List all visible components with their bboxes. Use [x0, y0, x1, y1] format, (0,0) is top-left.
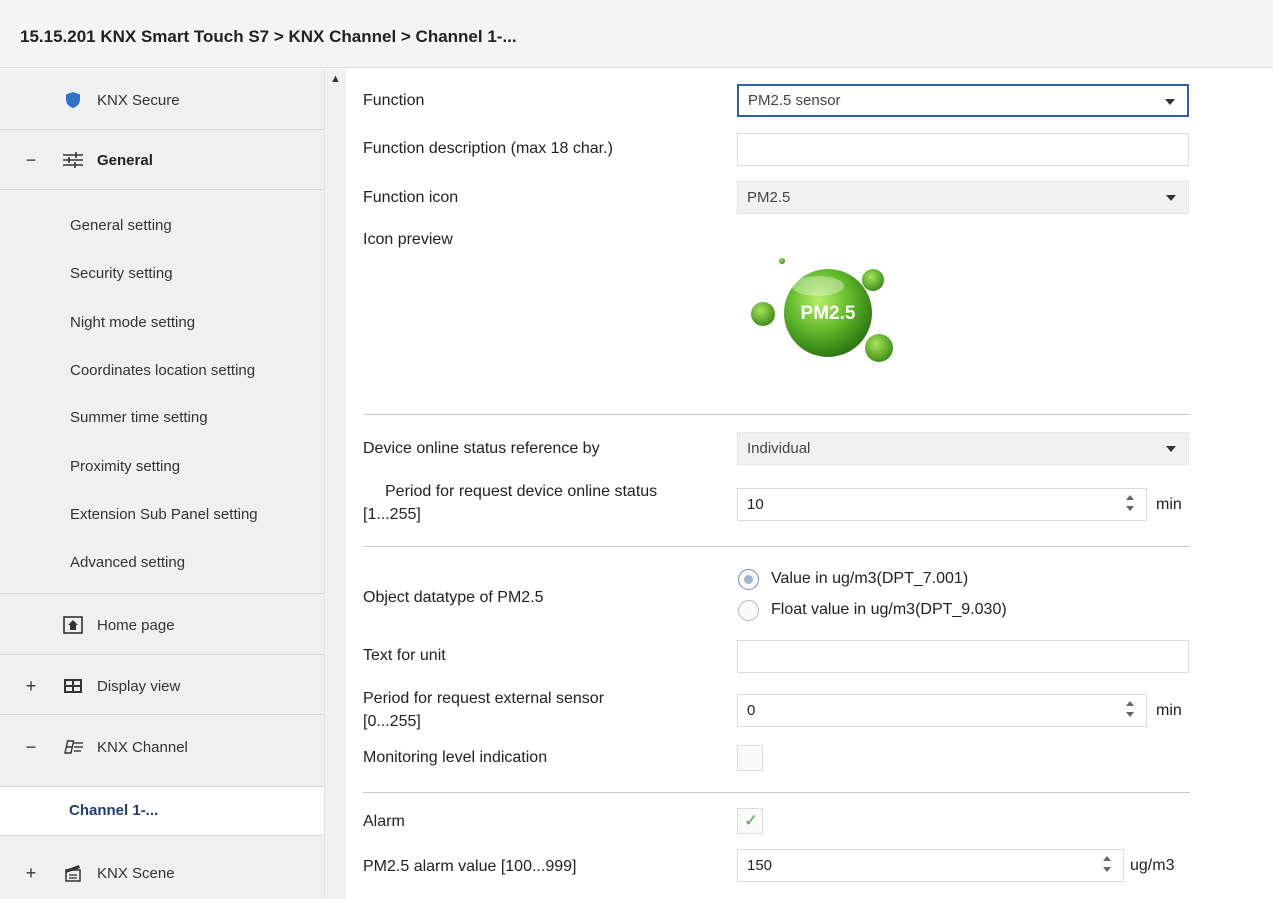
function-description-label: Function description (max 18 char.)	[363, 140, 613, 157]
external-period-value: 0	[747, 702, 756, 719]
text-for-unit-label: Text for unit	[363, 647, 446, 664]
sliders-icon	[62, 149, 84, 171]
external-period-range-label: [0...255]	[363, 713, 421, 730]
dropdown-arrow-icon	[1166, 195, 1176, 201]
sidebar-item-label: Display view	[97, 677, 181, 695]
sidebar-subitem-coordinates-location-setting[interactable]: Coordinates location setting	[70, 362, 255, 379]
radio-value-dpt7-label[interactable]: Value in ug/m3(DPT_7.001)	[771, 570, 968, 588]
function-icon-dropdown[interactable]: PM2.5	[737, 181, 1189, 214]
online-period-unit: min	[1156, 496, 1182, 513]
home-icon	[62, 614, 84, 636]
spinner-arrows-icon[interactable]	[1126, 495, 1136, 515]
grid-view-icon	[62, 675, 84, 697]
external-period-spinbox[interactable]: 0	[737, 694, 1147, 727]
radio-float-dpt9[interactable]	[738, 600, 759, 621]
dropdown-arrow-icon	[1166, 446, 1176, 452]
function-dropdown[interactable]: PM2.5 sensor	[737, 84, 1189, 117]
sidebar-subitem-general-setting[interactable]: General setting	[70, 217, 172, 234]
radio-value-dpt7[interactable]	[738, 569, 759, 590]
sidebar-subitem-summer-time-setting[interactable]: Summer time setting	[70, 409, 208, 426]
section-divider	[363, 792, 1190, 793]
function-label: Function	[363, 92, 425, 109]
divider	[0, 129, 324, 130]
pm25-bubble-icon: PM2.5	[740, 248, 900, 373]
divider	[0, 593, 324, 594]
divider	[0, 654, 324, 655]
channel-icon	[62, 736, 84, 758]
sidebar-subitem-night-mode-setting[interactable]: Night mode setting	[70, 314, 195, 331]
function-icon-value: PM2.5	[747, 189, 791, 206]
online-period-spinbox[interactable]: 10	[737, 488, 1147, 521]
sidebar-item-general[interactable]: − General	[0, 140, 324, 180]
sidebar-item-home-page[interactable]: Home page	[0, 605, 324, 645]
breadcrumb: 15.15.201 KNX Smart Touch S7 > KNX Chann…	[20, 27, 517, 46]
sidebar	[0, 69, 334, 899]
sidebar-item-label: Home page	[97, 616, 175, 634]
divider	[0, 714, 324, 715]
function-icon-label: Function icon	[363, 189, 459, 206]
expand-toggle[interactable]: +	[25, 863, 37, 884]
sidebar-item-knx-secure[interactable]: KNX Secure	[0, 80, 324, 120]
sidebar-item-knx-scene[interactable]: + KNX Scene	[0, 853, 324, 893]
alarm-value-unit: ug/m3	[1130, 857, 1175, 874]
online-period-label: Period for request device online status	[385, 483, 658, 500]
title-bar: 15.15.201 KNX Smart Touch S7 > KNX Chann…	[0, 0, 1273, 68]
online-status-ref-dropdown[interactable]: Individual	[737, 432, 1189, 465]
sidebar-subitem-extension-sub-panel-setting[interactable]: Extension Sub Panel setting	[70, 506, 258, 523]
pm25-icon-text: PM2.5	[801, 303, 856, 324]
icon-preview-label: Icon preview	[363, 231, 453, 248]
object-datatype-label: Object datatype of PM2.5	[363, 589, 544, 606]
monitoring-label: Monitoring level indication	[363, 749, 548, 766]
online-status-ref-label: Device online status reference by	[363, 440, 600, 457]
divider	[0, 189, 324, 190]
alarm-label: Alarm	[363, 813, 405, 830]
spinner-arrows-icon[interactable]	[1103, 856, 1113, 876]
sidebar-item-label: KNX Channel	[97, 738, 188, 756]
sidebar-item-channel-1[interactable]: Channel 1-...	[0, 786, 324, 836]
sidebar-item-label: General	[97, 151, 153, 169]
monitoring-checkbox[interactable]	[737, 745, 763, 771]
online-status-ref-value: Individual	[747, 440, 811, 457]
sidebar-scrollbar[interactable]: ▲	[324, 69, 346, 899]
external-period-unit: min	[1156, 702, 1182, 719]
collapse-toggle[interactable]: −	[25, 150, 37, 171]
scroll-up-icon[interactable]: ▲	[330, 73, 341, 85]
text-for-unit-input[interactable]	[737, 640, 1189, 673]
online-period-value: 10	[747, 496, 764, 513]
sidebar-subitem-advanced-setting[interactable]: Advanced setting	[70, 554, 185, 571]
sidebar-subitem-proximity-setting[interactable]: Proximity setting	[70, 458, 180, 475]
sidebar-item-label: KNX Scene	[97, 864, 175, 882]
alarm-value: 150	[747, 857, 773, 874]
sidebar-subitem-security-setting[interactable]: Security setting	[70, 265, 173, 282]
radio-float-dpt9-label[interactable]: Float value in ug/m3(DPT_9.030)	[771, 601, 1007, 619]
dropdown-arrow-icon	[1165, 99, 1175, 105]
alarm-value-spinbox[interactable]: 150	[737, 849, 1124, 882]
sidebar-item-label: KNX Secure	[97, 91, 180, 109]
online-period-range-label: [1...255]	[363, 506, 421, 523]
collapse-toggle[interactable]: −	[25, 737, 37, 758]
sidebar-item-display-view[interactable]: + Display view	[0, 666, 324, 706]
expand-toggle[interactable]: +	[25, 676, 37, 697]
alarm-checkbox[interactable]: ✓	[737, 808, 763, 834]
sidebar-item-knx-channel[interactable]: − KNX Channel	[0, 727, 324, 767]
section-divider	[363, 546, 1190, 547]
checkmark-icon: ✓	[744, 811, 759, 830]
spinner-arrows-icon[interactable]	[1126, 701, 1136, 721]
function-value: PM2.5 sensor	[748, 92, 841, 109]
scene-icon	[62, 862, 84, 884]
external-period-label: Period for request external sensor	[363, 690, 605, 707]
alarm-value-label: PM2.5 alarm value [100...999]	[363, 858, 577, 875]
function-description-input[interactable]	[737, 133, 1189, 166]
shield-icon	[62, 89, 84, 111]
sidebar-item-label: Channel 1-...	[69, 802, 159, 819]
section-divider	[363, 414, 1190, 415]
